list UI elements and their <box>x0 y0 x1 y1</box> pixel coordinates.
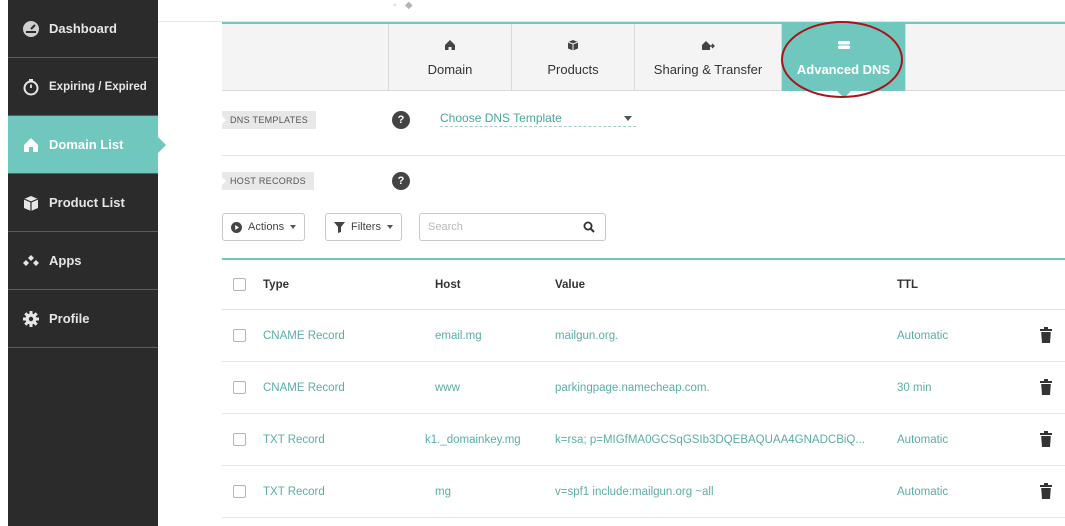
sidebar-item-domain-list[interactable]: Domain List <box>8 116 166 174</box>
col-header-host: Host <box>435 278 461 291</box>
row-checkbox[interactable] <box>233 433 246 446</box>
top-strip: ◦ ◆ <box>158 0 1065 22</box>
tab-products[interactable]: Products <box>511 24 634 91</box>
actions-button[interactable]: Actions <box>222 213 306 241</box>
col-header-type: Type <box>263 278 289 291</box>
tab-domain[interactable]: Domain <box>388 24 511 91</box>
dashboard-gauge-icon <box>21 19 41 39</box>
sidebar-item-label: Apps <box>49 253 82 268</box>
home-icon <box>444 38 456 54</box>
dns-templates-help-icon[interactable]: ? <box>392 111 410 129</box>
search-icon[interactable] <box>583 221 595 236</box>
home-icon <box>21 135 41 155</box>
sidebar-item-product-list[interactable]: Product List <box>8 174 158 232</box>
app-root: Dashboard Expiring / Expired Domain List… <box>0 0 1065 526</box>
row-checkbox[interactable] <box>233 329 246 342</box>
sidebar-item-label: Domain List <box>49 137 124 152</box>
gear-icon <box>21 309 41 329</box>
tab-sharing-transfer[interactable]: Sharing & Transfer <box>634 24 781 91</box>
row-checkbox[interactable] <box>233 485 246 498</box>
chevron-down-icon <box>624 116 632 121</box>
sidebar-item-label: Expiring / Expired <box>49 80 147 93</box>
record-host[interactable]: mg <box>435 466 451 517</box>
trash-icon[interactable] <box>1040 431 1052 450</box>
table-row: CNAME Record www parkingpage.namecheap.c… <box>222 362 1065 414</box>
record-ttl[interactable]: Automatic <box>897 414 948 465</box>
transfer-icon <box>701 38 715 54</box>
record-type: CNAME Record <box>263 381 345 394</box>
table-row: TXT Record mg v=spf1 include:mailgun.org… <box>222 466 1065 518</box>
record-value[interactable]: v=spf1 include:mailgun.org ~all <box>555 466 885 517</box>
tab-divider <box>905 24 906 91</box>
dns-template-select[interactable]: Choose DNS Template <box>440 111 636 127</box>
search-input[interactable] <box>428 221 578 233</box>
play-circle-icon <box>231 221 242 233</box>
stopwatch-icon <box>21 77 41 97</box>
partial-toolbar-icons: ◦ ◆ <box>393 0 413 11</box>
trash-icon[interactable] <box>1040 379 1052 398</box>
col-header-ttl: TTL <box>897 278 919 291</box>
record-type: CNAME Record <box>263 329 345 342</box>
sidebar-item-label: Dashboard <box>49 21 117 36</box>
dns-templates-tag: DNS TEMPLATES <box>222 111 317 129</box>
tab-advanced-dns[interactable]: Advanced DNS <box>781 24 905 98</box>
record-value[interactable]: parkingpage.namecheap.com. <box>555 362 885 413</box>
server-icon <box>837 38 851 54</box>
search-box <box>419 213 606 241</box>
tab-label: Advanced DNS <box>796 62 891 77</box>
trash-icon[interactable] <box>1040 327 1052 346</box>
domain-tabs: Domain Products Sharing & Transfer Advan… <box>222 22 1065 98</box>
host-records-tag: HOST RECORDS <box>222 172 314 190</box>
record-ttl[interactable]: Automatic <box>897 466 948 517</box>
tab-label: Sharing & Transfer <box>653 62 763 77</box>
sidebar-item-dashboard[interactable]: Dashboard <box>8 0 158 58</box>
sidebar: Dashboard Expiring / Expired Domain List… <box>8 0 166 526</box>
sidebar-item-label: Product List <box>49 195 125 210</box>
host-records-help-icon[interactable]: ? <box>392 172 410 190</box>
tab-label: Domain <box>427 62 473 77</box>
dns-template-select-value: Choose DNS Template <box>440 111 562 125</box>
record-type: TXT Record <box>263 485 325 498</box>
tab-label: Products <box>547 62 599 77</box>
chevron-down-icon <box>290 225 297 229</box>
sidebar-item-profile[interactable]: Profile <box>8 290 158 348</box>
records-table-header: Type Host Value TTL <box>222 258 1065 310</box>
dns-templates-section: DNS TEMPLATES ? Choose DNS Template <box>222 91 1065 156</box>
sidebar-item-expiring[interactable]: Expiring / Expired <box>8 58 158 116</box>
row-checkbox[interactable] <box>233 381 246 394</box>
col-header-value: Value <box>555 278 586 291</box>
record-host[interactable]: k1._domainkey.mg <box>425 414 521 465</box>
record-ttl[interactable]: Automatic <box>897 310 948 361</box>
select-all-checkbox[interactable] <box>233 278 246 291</box>
box-icon <box>567 38 579 54</box>
trash-icon[interactable] <box>1040 483 1052 502</box>
record-value[interactable]: k=rsa; p=MIGfMA0GCSqGSIb3DQEBAQUAA4GNADC… <box>555 414 885 465</box>
host-records-section: HOST RECORDS ? <box>222 156 1065 206</box>
box-icon <box>21 193 41 213</box>
record-value[interactable]: mailgun.org. <box>555 310 885 361</box>
record-ttl[interactable]: 30 min <box>897 362 932 413</box>
apps-diamonds-icon <box>21 251 41 271</box>
filter-funnel-icon <box>334 221 345 233</box>
table-row: TXT Record k1._domainkey.mg k=rsa; p=MIG… <box>222 414 1065 466</box>
record-host[interactable]: www <box>435 362 460 413</box>
chevron-down-icon <box>386 225 393 229</box>
record-type: TXT Record <box>263 433 325 446</box>
table-row: CNAME Record email.mg mailgun.org. Autom… <box>222 310 1065 362</box>
actions-label: Actions <box>248 221 285 233</box>
sidebar-item-label: Profile <box>49 311 90 326</box>
sidebar-item-apps[interactable]: Apps <box>8 232 158 290</box>
filters-label: Filters <box>351 221 381 233</box>
record-host[interactable]: email.mg <box>435 310 482 361</box>
filters-button[interactable]: Filters <box>325 213 402 241</box>
